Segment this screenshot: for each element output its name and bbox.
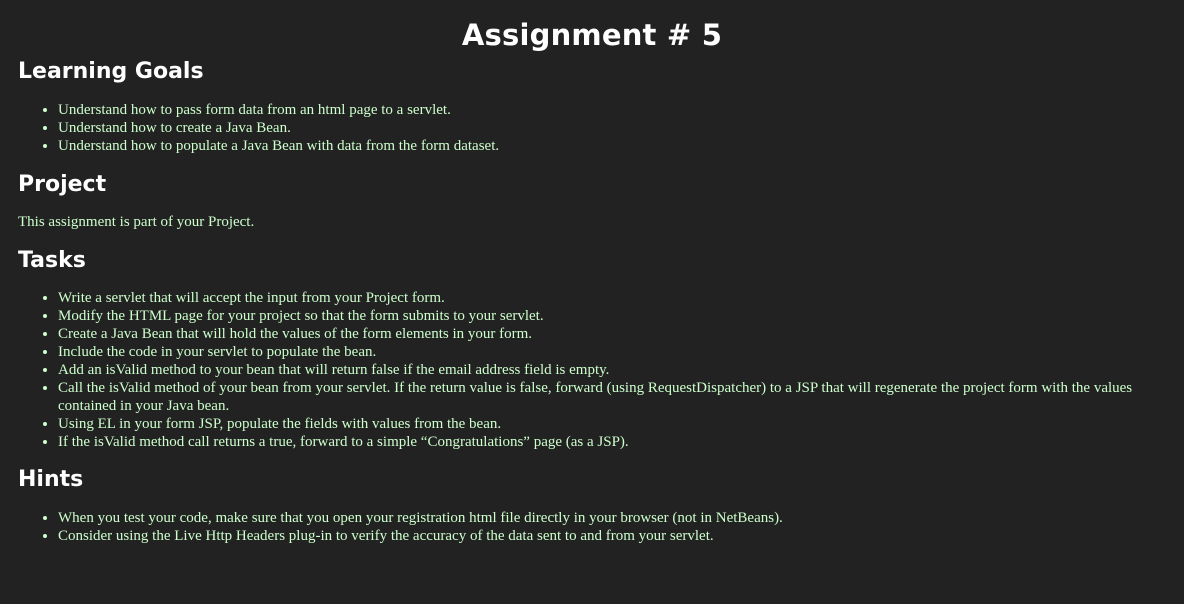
list-item: Understand how to create a Java Bean.: [58, 119, 1166, 137]
learning-goals-heading: Learning Goals: [18, 59, 204, 84]
tasks-heading: Tasks: [18, 248, 86, 273]
list-item: Modify the HTML page for your project so…: [58, 307, 1166, 325]
hints-list: When you test your code, make sure that …: [18, 509, 1166, 545]
hints-heading: Hints: [18, 467, 84, 492]
list-item: Understand how to populate a Java Bean w…: [58, 137, 1166, 155]
list-item: If the isValid method call returns a tru…: [58, 433, 1166, 451]
list-item: Consider using the Live Http Headers plu…: [58, 527, 1166, 545]
tasks-list: Write a servlet that will accept the inp…: [18, 289, 1166, 451]
list-item: Include the code in your servlet to popu…: [58, 343, 1166, 361]
project-text: This assignment is part of your Project.: [18, 214, 255, 230]
list-item: Write a servlet that will accept the inp…: [58, 289, 1166, 307]
learning-goals-list: Understand how to pass form data from an…: [18, 101, 1166, 155]
list-item: Understand how to pass form data from an…: [58, 101, 1166, 119]
assignment-page: Assignment # 5 Learning Goals Understand…: [0, 0, 1184, 545]
list-item: Call the isValid method of your bean fro…: [58, 379, 1166, 415]
list-item: Using EL in your form JSP, populate the …: [58, 415, 1166, 433]
project-heading: Project: [18, 172, 107, 197]
list-item: Create a Java Bean that will hold the va…: [58, 325, 1166, 343]
list-item: Add an isValid method to your bean that …: [58, 361, 1166, 379]
list-item: When you test your code, make sure that …: [58, 509, 1166, 527]
page-title: Assignment # 5: [461, 18, 723, 52]
